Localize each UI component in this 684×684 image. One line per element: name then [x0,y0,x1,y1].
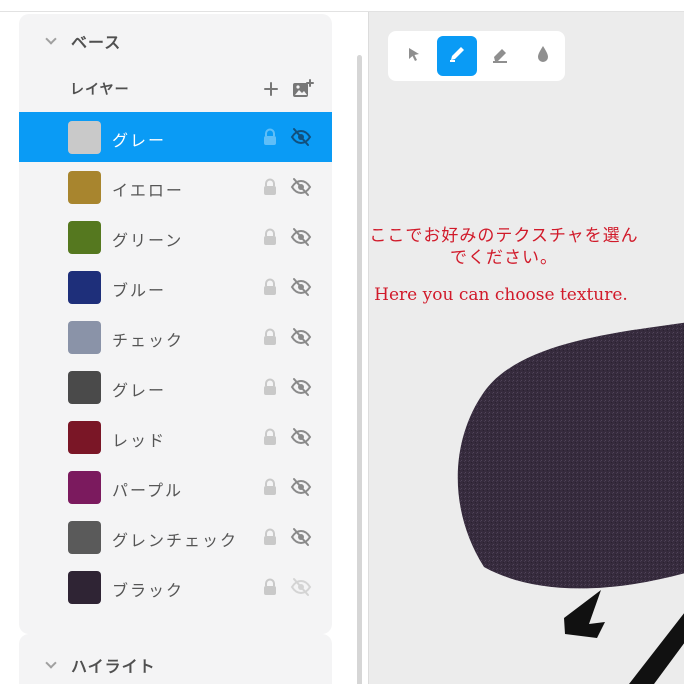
highlight-section-header[interactable]: ハイライト [19,648,332,682]
droplet-icon [535,45,551,67]
sidebar-scrollbar[interactable] [357,55,362,684]
lock-icon[interactable] [262,578,278,596]
lock-icon[interactable] [262,378,278,396]
texture-swatch [68,321,101,354]
texture-swatch [68,171,101,204]
layer-name: グレンチェック [112,531,239,550]
fabric-preview [457,322,684,684]
layer-header-label: レイヤー [70,82,130,98]
eye-off-icon[interactable] [290,577,312,597]
pencil-icon [447,44,467,68]
eye-off-icon[interactable] [290,527,312,547]
cursor-arrow-icon [406,46,422,66]
layer-row[interactable]: チェック [19,312,332,362]
highlight-section-title: ハイライト [71,657,156,676]
eraser-icon [490,44,510,68]
tool-palette [388,31,565,81]
eye-off-icon[interactable] [290,477,312,497]
eye-off-icon[interactable] [290,127,312,147]
base-section-title: ベース [71,33,122,52]
add-image-icon[interactable] [292,78,314,100]
chevron-down-icon [45,657,57,669]
select-tool[interactable] [394,36,434,76]
layer-row[interactable]: ブラック [19,562,332,612]
eye-off-icon[interactable] [290,377,312,397]
layer-name: ブルー [112,281,167,300]
layer-name: グレー [112,131,167,150]
instruction-note-en: Here you can choose texture. [374,285,628,305]
texture-swatch [68,571,101,604]
lock-icon[interactable] [262,228,278,246]
layer-row[interactable]: イエロー [19,162,332,212]
texture-swatch [68,221,101,254]
chevron-down-icon [45,33,57,45]
sidebar: ベース レイヤー グレー イエロー グリーン ブルー チェック グレー レッド パープルグ [0,12,368,684]
eye-off-icon[interactable] [290,327,312,347]
layer-row[interactable]: パープル [19,462,332,512]
layer-name: イエロー [112,181,184,200]
layer-name: チェック [112,331,185,350]
highlight-panel: ハイライト [19,634,332,684]
eye-off-icon[interactable] [290,277,312,297]
layer-row[interactable]: グレンチェック [19,512,332,562]
base-panel: ベース レイヤー グレー イエロー グリーン ブルー チェック グレー レッド パープルグ [19,14,332,634]
lock-icon[interactable] [262,478,278,496]
fill-tool[interactable] [523,36,563,76]
lock-icon[interactable] [262,428,278,446]
lock-icon[interactable] [262,328,278,346]
eye-off-icon[interactable] [290,227,312,247]
lock-icon[interactable] [262,528,278,546]
lock-icon[interactable] [262,278,278,296]
texture-swatch [68,271,101,304]
layer-row[interactable]: グレー [19,362,332,412]
texture-swatch [68,521,101,554]
layer-name: グリーン [112,231,184,250]
layer-name: ブラック [112,581,185,600]
lock-icon[interactable] [262,128,278,146]
pen-tool[interactable] [437,36,477,76]
eye-off-icon[interactable] [290,177,312,197]
layer-name: グレー [112,381,167,400]
eye-off-icon[interactable] [290,427,312,447]
eraser-tool[interactable] [480,36,520,76]
lock-icon[interactable] [262,178,278,196]
instruction-note-jp: ここでお好みのテクスチャを選んでください。 [369,226,639,268]
texture-swatch [68,471,101,504]
layer-header: レイヤー [19,74,332,104]
layer-name: パープル [112,481,184,500]
drawing-canvas[interactable]: ここでお好みのテクスチャを選んでください。 Here you can choos… [368,12,684,684]
texture-swatch [68,121,101,154]
texture-swatch [68,421,101,454]
layer-row[interactable]: グレー [19,112,332,162]
texture-swatch [68,371,101,404]
layer-row[interactable]: ブルー [19,262,332,312]
layer-row[interactable]: レッド [19,412,332,462]
plus-icon[interactable] [260,78,282,100]
layer-row[interactable]: グリーン [19,212,332,262]
base-section-header[interactable]: ベース [19,24,332,58]
layer-name: レッド [112,431,167,450]
layer-list: グレー イエロー グリーン ブルー チェック グレー レッド パープル グレンチェック ブラック [19,112,332,612]
